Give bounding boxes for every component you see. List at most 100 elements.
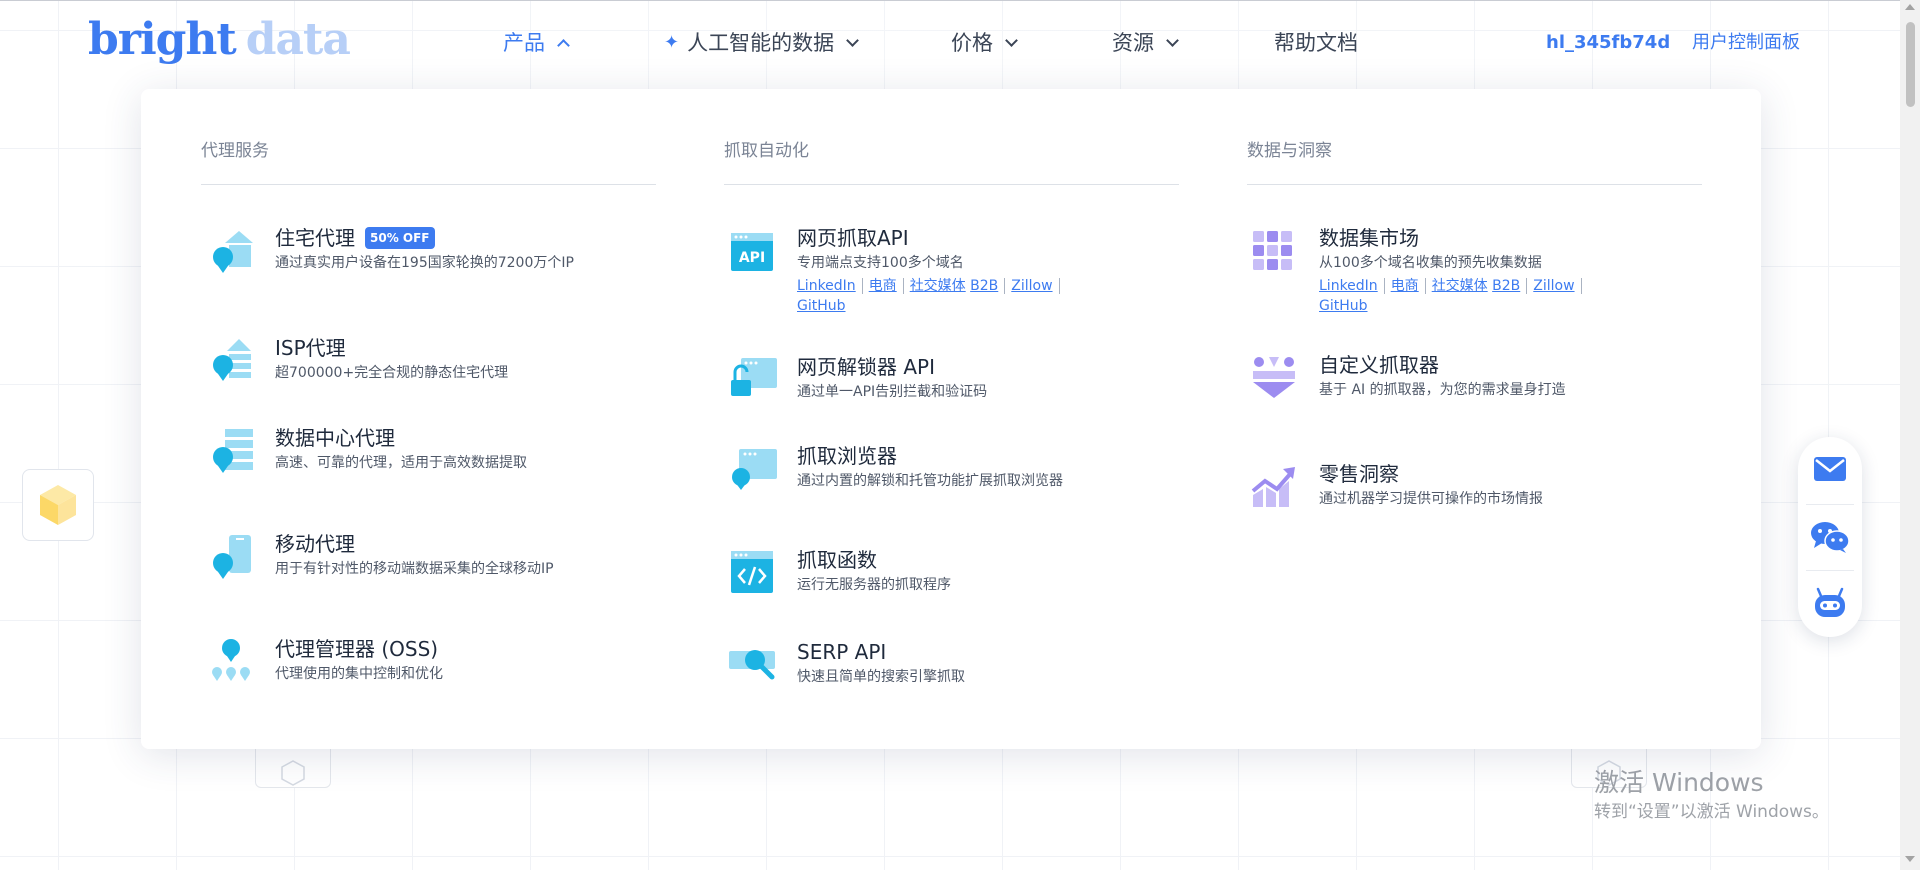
- item-title: 数据中心代理: [275, 426, 395, 450]
- datacenter-proxy-icon: [213, 429, 253, 473]
- api-domain-links: LinkedIn 电商 社交媒体 B2B Zillow GitHub: [797, 276, 1097, 316]
- nav-products-label: 产品: [503, 31, 545, 55]
- nav-docs-label: 帮助文档: [1274, 31, 1358, 55]
- watermark-title: 激活 Windows: [1594, 768, 1764, 797]
- nav-docs[interactable]: 帮助文档: [1274, 28, 1358, 58]
- dataset-domain-links: LinkedIn 电商 社交媒体 B2B Zillow GitHub: [1319, 276, 1619, 316]
- nav-ai-data[interactable]: ✦ 人工智能的数据: [664, 28, 859, 58]
- item-description: 通过真实用户设备在195国家轮换的7200万个IP: [275, 255, 574, 271]
- item-title: ISP代理: [275, 336, 346, 360]
- item-title: SERP API: [797, 640, 887, 664]
- link-separator: [861, 278, 863, 294]
- api-icon: API: [731, 233, 773, 271]
- item-title: 自定义抓取器: [1319, 353, 1439, 377]
- column-title-proxy: 代理服务: [201, 141, 269, 161]
- item-description: 运行无服务器的抓取程序: [797, 577, 951, 593]
- windows-activation-watermark: 激活 Windows 转到“设置”以激活 Windows。: [1594, 768, 1829, 824]
- item-description: 快速且简单的搜索引擎抓取: [797, 669, 965, 685]
- dashboard-link[interactable]: 用户控制面板: [1692, 30, 1800, 56]
- item-title: 网页抓取API: [797, 226, 909, 250]
- item-title: 零售洞察: [1319, 462, 1399, 486]
- site-header: bright data 产品 ✦ 人工智能的数据 价格 资源 帮助文档 hl_34…: [0, 0, 1900, 88]
- item-description: 通过内置的解锁和托管功能扩展抓取浏览器: [797, 473, 1063, 489]
- link-social-media[interactable]: 社交媒体: [910, 278, 966, 294]
- isp-proxy-icon: [213, 339, 251, 381]
- item-description: 从100多个域名收集的预先收集数据: [1319, 255, 1542, 271]
- email-icon: [1814, 457, 1846, 481]
- mobile-proxy-icon: [213, 535, 251, 579]
- column-title-insights: 数据与洞察: [1247, 141, 1332, 161]
- code-function-icon: [731, 551, 773, 593]
- link-github[interactable]: GitHub: [797, 298, 846, 314]
- link-separator: [1004, 278, 1006, 294]
- chevron-down-icon: [1005, 34, 1018, 47]
- link-separator: [902, 278, 904, 294]
- sparkle-icon: ✦: [664, 32, 680, 53]
- link-separator: [1580, 278, 1582, 294]
- column-divider: [201, 184, 656, 185]
- item-title: 网页解锁器 API: [797, 355, 935, 379]
- item-title: 抓取函数: [797, 548, 877, 572]
- link-zillow[interactable]: Zillow: [1533, 278, 1574, 294]
- scroll-thumb[interactable]: [1906, 22, 1915, 107]
- contact-widget: [1798, 437, 1862, 637]
- link-separator: [1526, 278, 1528, 294]
- link-separator: [1383, 278, 1385, 294]
- nav-pricing[interactable]: 价格: [951, 28, 1018, 58]
- link-social-media[interactable]: 社交媒体: [1432, 278, 1488, 294]
- dataset-grid-icon: [1253, 231, 1292, 270]
- item-description: 专用端点支持100多个域名: [797, 255, 964, 271]
- cube-icon: [40, 485, 76, 525]
- nav-ai-data-label: 人工智能的数据: [687, 31, 835, 55]
- link-ecommerce[interactable]: 电商: [1391, 278, 1419, 294]
- link-separator: [1058, 278, 1060, 294]
- retail-chart-icon: [1251, 467, 1295, 507]
- proxy-manager-icon: [212, 639, 250, 681]
- item-description: 代理使用的集中控制和优化: [275, 666, 443, 682]
- link-github[interactable]: GitHub: [1319, 298, 1368, 314]
- products-mega-menu: 代理服务 住宅代理 50% OFF 通过真实用户设备在195国家轮换的7200万个…: [141, 89, 1761, 749]
- link-linkedin[interactable]: LinkedIn: [1319, 278, 1378, 294]
- vertical-scrollbar[interactable]: [1900, 0, 1920, 870]
- chevron-down-icon: [1166, 34, 1179, 47]
- serp-search-icon: [729, 650, 775, 680]
- scroll-down-arrow-icon[interactable]: [1905, 856, 1915, 862]
- item-title: 移动代理: [275, 532, 355, 556]
- nav-products[interactable]: 产品: [503, 28, 570, 58]
- wechat-icon: [1811, 522, 1850, 553]
- robot-icon: [1815, 587, 1845, 617]
- chatbot-button[interactable]: [1805, 578, 1855, 628]
- scraping-browser-icon: [732, 449, 777, 490]
- discount-badge: 50% OFF: [365, 227, 435, 249]
- item-description: 超700000+完全合规的静态住宅代理: [275, 365, 509, 381]
- chevron-down-icon: [846, 34, 859, 47]
- svg-text:API: API: [739, 250, 765, 266]
- column-divider: [724, 184, 1179, 185]
- cube-widget[interactable]: [22, 469, 94, 541]
- wechat-button[interactable]: [1805, 512, 1855, 562]
- logo-part-2: data: [245, 14, 351, 65]
- nav-pricing-label: 价格: [951, 31, 993, 55]
- item-description: 高速、可靠的代理，适用于高效数据提取: [275, 455, 527, 471]
- custom-scraper-icon: [1253, 357, 1295, 398]
- unlocker-icon: [731, 358, 777, 396]
- item-description: 基于 AI 的抓取器，为您的需求量身打造: [1319, 382, 1566, 398]
- link-zillow[interactable]: Zillow: [1011, 278, 1052, 294]
- email-button[interactable]: [1805, 444, 1855, 494]
- top-border: [0, 0, 1920, 1]
- link-b2b[interactable]: B2B: [1492, 278, 1520, 294]
- link-linkedin[interactable]: LinkedIn: [797, 278, 856, 294]
- column-title-automation: 抓取自动化: [724, 141, 809, 161]
- bright-data-logo[interactable]: bright data: [88, 14, 351, 66]
- scroll-up-arrow-icon[interactable]: [1905, 4, 1915, 10]
- watermark-subtitle: 转到“设置”以激活 Windows。: [1594, 802, 1829, 822]
- nav-resources-label: 资源: [1112, 31, 1154, 55]
- link-b2b[interactable]: B2B: [970, 278, 998, 294]
- item-description: 通过单一API告别拦截和验证码: [797, 384, 988, 400]
- nav-resources[interactable]: 资源: [1112, 28, 1179, 58]
- item-title: 抓取浏览器: [797, 444, 897, 468]
- link-ecommerce[interactable]: 电商: [869, 278, 897, 294]
- logo-part-1: bright: [88, 14, 237, 65]
- residential-proxy-icon: [213, 231, 253, 273]
- user-id-link[interactable]: hl_345fb74d: [1546, 30, 1670, 56]
